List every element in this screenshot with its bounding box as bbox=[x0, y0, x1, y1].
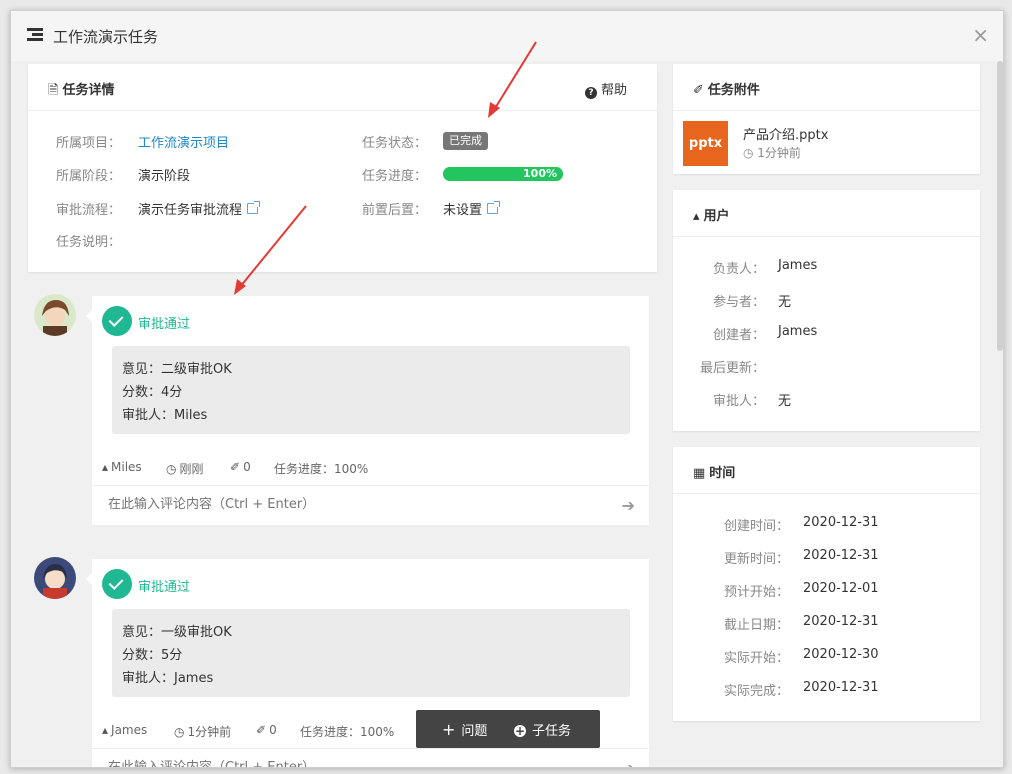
annotation-arrows bbox=[234, 41, 537, 295]
annotation-arrow bbox=[493, 41, 537, 111]
annotation-arrow bbox=[239, 205, 307, 288]
